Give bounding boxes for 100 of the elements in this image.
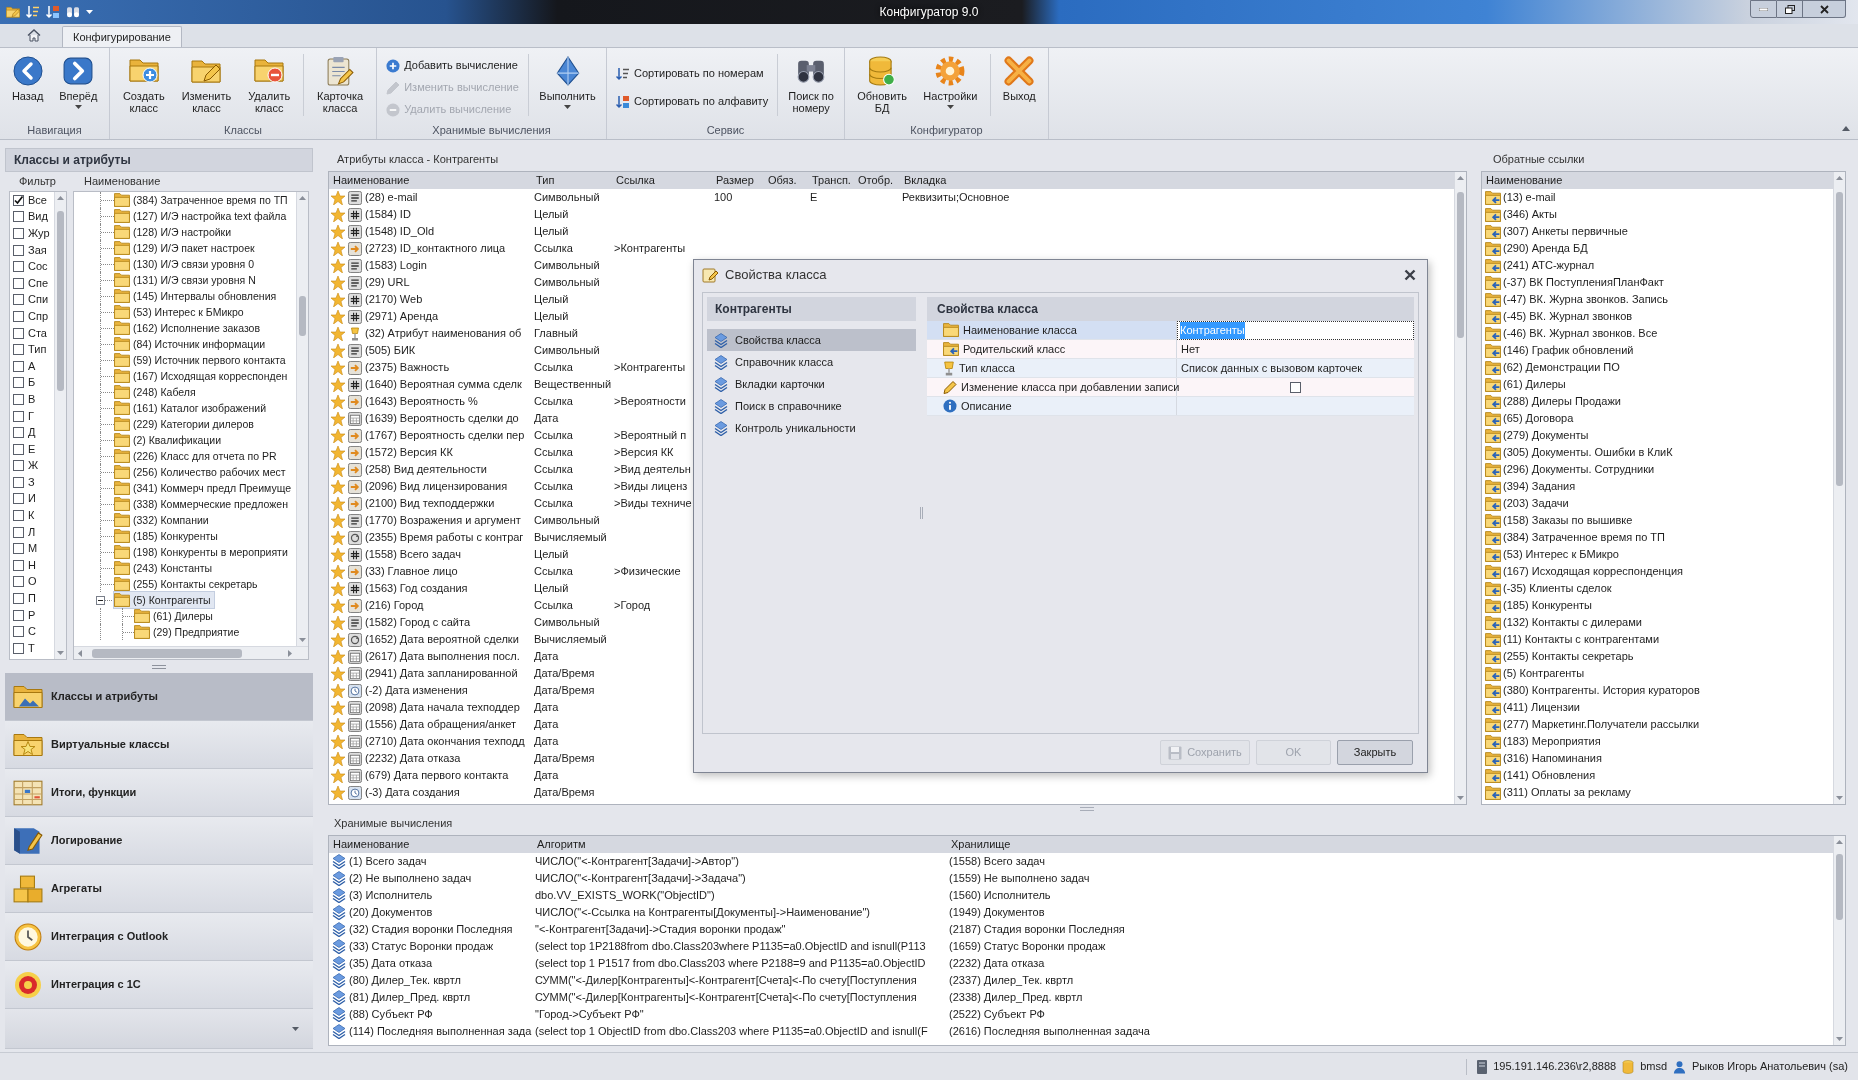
checkbox-icon[interactable] — [13, 228, 24, 239]
tree-item[interactable]: (161) Каталог изображений — [114, 400, 269, 416]
scrollbar-thumb[interactable] — [1836, 192, 1843, 486]
ribbon-button[interactable]: Сортировать по номерам — [613, 63, 772, 84]
checkbox-icon[interactable] — [13, 510, 24, 522]
filter-checkbox[interactable]: М — [10, 540, 54, 558]
tree-item[interactable]: (341) Коммерч предл Преимуще — [114, 480, 294, 496]
tree-item[interactable]: (243) Константы — [114, 560, 216, 576]
scrollbar-thumb[interactable] — [1457, 192, 1464, 338]
tree-item[interactable]: (5) Контрагенты — [114, 592, 214, 608]
dialog-nav-item[interactable]: Свойства класса — [707, 329, 916, 351]
tree-item[interactable]: (167) Исходящая корреспонден — [114, 368, 291, 384]
filter-checkbox[interactable]: Т — [10, 640, 54, 657]
tree-item[interactable]: (255) Контакты секретарь — [114, 576, 261, 592]
filter-checkbox[interactable]: К — [10, 507, 54, 524]
filter-checkbox[interactable]: А — [10, 357, 54, 375]
dialog-nav-item[interactable]: Поиск в справочнике — [707, 395, 916, 417]
caret-icon[interactable] — [292, 1026, 299, 1031]
ribbon-button[interactable]: Выход — [998, 54, 1040, 102]
checkbox-icon[interactable] — [13, 410, 24, 422]
filter-checkbox[interactable]: Е — [10, 440, 54, 458]
filter-checkbox[interactable]: Зая — [10, 241, 54, 259]
checkbox-icon[interactable] — [1290, 381, 1301, 393]
dialog-nav-item[interactable]: Справочник класса — [707, 351, 916, 373]
filter-checkbox[interactable]: П — [10, 590, 54, 607]
filter-checkbox[interactable]: С — [10, 623, 54, 641]
backlink-item[interactable]: (290) Аренда БД — [1482, 240, 1833, 257]
backlink-item[interactable]: (132) Контакты с дилерами — [1482, 614, 1833, 631]
backlink-item[interactable]: (279) Документы — [1482, 427, 1833, 444]
filter-checkbox[interactable]: Б — [10, 374, 54, 392]
nav-item[interactable]: Итоги, функции — [5, 769, 313, 817]
backlink-item[interactable]: (146) График обновлений — [1482, 342, 1833, 359]
backlink-item[interactable]: (5) Контрагенты — [1482, 665, 1833, 682]
checkbox-icon[interactable] — [13, 559, 24, 571]
tree-item[interactable]: (145) Интервалы обновления — [114, 288, 280, 304]
filter-checkbox[interactable]: Спе — [10, 274, 54, 292]
property-row[interactable]: Наименование класса Контрагенты — [927, 321, 1414, 340]
backlink-item[interactable]: (-47) ВК. Журна звонков. Запись — [1482, 291, 1833, 308]
dialog-button[interactable]: Закрыть — [1337, 740, 1413, 765]
filter-checkbox[interactable]: Г — [10, 407, 54, 425]
backlink-item[interactable]: (305) Документы. Ошибки в КлиК — [1482, 444, 1833, 461]
backlink-item[interactable]: (53) Интерес к БМикро — [1482, 546, 1833, 563]
ribbon-button[interactable]: Поиск по номеру — [784, 54, 838, 114]
filter-checkbox[interactable]: Жур — [10, 225, 54, 242]
grip-icon[interactable] — [1080, 806, 1094, 811]
filter-checkbox[interactable]: Спр — [10, 308, 54, 325]
checkbox-icon[interactable] — [13, 344, 24, 356]
tree-item[interactable]: (256) Количество рабочих мест — [114, 464, 289, 480]
ribbon-button[interactable]: Обновить БД — [853, 54, 912, 114]
ribbon-button[interactable]: Выполнить — [535, 54, 600, 109]
tree-item[interactable]: (338) Коммерческие предложен — [114, 496, 291, 512]
nav-item[interactable]: Интеграция с 1С — [5, 961, 313, 1009]
backlink-item[interactable]: (277) Маркетинг.Получатели рассылки — [1482, 716, 1833, 733]
nav-item[interactable]: Виртуальные классы — [5, 721, 313, 769]
scrollbar[interactable] — [54, 192, 66, 659]
filter-checkbox[interactable]: Все — [10, 192, 54, 209]
tree-item[interactable]: (198) Конкуренты в мероприяти — [114, 544, 291, 560]
backlink-item[interactable]: (13) e-mail — [1482, 189, 1833, 206]
filter-checkbox[interactable]: Ж — [10, 457, 54, 475]
tree-item[interactable]: (29) Предприятие — [134, 624, 243, 640]
checkbox-icon[interactable] — [13, 443, 24, 455]
ribbon-button[interactable]: Сортировать по алфавиту — [613, 91, 772, 112]
tree-item[interactable]: (162) Исполнение заказов — [114, 320, 264, 336]
scrollbar[interactable] — [296, 192, 308, 646]
tree-item[interactable]: (61) Дилеры — [134, 608, 216, 624]
checkbox-icon[interactable] — [13, 493, 24, 505]
property-row[interactable]: Описание — [927, 397, 1414, 416]
grip-icon[interactable] — [152, 664, 166, 669]
tree-item[interactable]: (129) И/Э пакет настроек — [114, 240, 258, 256]
backlink-item[interactable]: (307) Анкеты первичные — [1482, 223, 1833, 240]
backlink-item[interactable]: (183) Мероприятия — [1482, 733, 1833, 750]
tree-item[interactable]: (53) Интерес к БМикро — [114, 304, 247, 320]
backlink-item[interactable]: (65) Договора — [1482, 410, 1833, 427]
restore-button[interactable] — [1777, 0, 1803, 18]
filter-checkbox[interactable]: Ста — [10, 324, 54, 342]
nav-item[interactable]: Логирование — [5, 817, 313, 865]
checkbox-icon[interactable] — [13, 294, 24, 306]
property-row[interactable]: Изменение класса при добавлении записи — [927, 378, 1414, 397]
tree-item[interactable]: (131) И/Э связи уровня N — [114, 272, 259, 288]
filter-checkbox[interactable]: Тип — [10, 341, 54, 358]
property-row[interactable]: Тип класса Список данных с вызовом карточек — [927, 359, 1414, 378]
collapse-icon[interactable] — [96, 595, 105, 605]
checkbox-icon[interactable] — [13, 277, 24, 289]
filter-checkbox[interactable]: Вид — [10, 208, 54, 226]
ribbon-button[interactable]: Создать класс — [118, 54, 169, 114]
ribbon-button[interactable]: Вперёд — [55, 54, 102, 109]
scrollbar[interactable] — [74, 646, 308, 659]
tree-item[interactable]: (384) Затраченное время по ТП — [114, 192, 291, 208]
backlink-item[interactable]: (-46) ВК. Журнал звонков. Все — [1482, 325, 1833, 342]
tree-item[interactable]: (128) И/Э настройки — [114, 224, 235, 240]
scrollbar-thumb[interactable] — [1836, 854, 1843, 920]
tree-item[interactable]: (127) И/Э настройка text файла — [114, 208, 290, 224]
filter-checkbox[interactable]: Спи — [10, 291, 54, 309]
ribbon-button[interactable]: Настройки — [919, 54, 982, 109]
backlink-item[interactable]: (61) Дилеры — [1482, 376, 1833, 393]
backlink-item[interactable]: (384) Затраченное время по ТП — [1482, 529, 1833, 546]
checkbox-icon[interactable] — [13, 360, 24, 372]
backlink-item[interactable]: (288) Дилеры Продажи — [1482, 393, 1833, 410]
checkbox-icon[interactable] — [13, 576, 24, 588]
checkbox-icon[interactable] — [13, 609, 24, 621]
